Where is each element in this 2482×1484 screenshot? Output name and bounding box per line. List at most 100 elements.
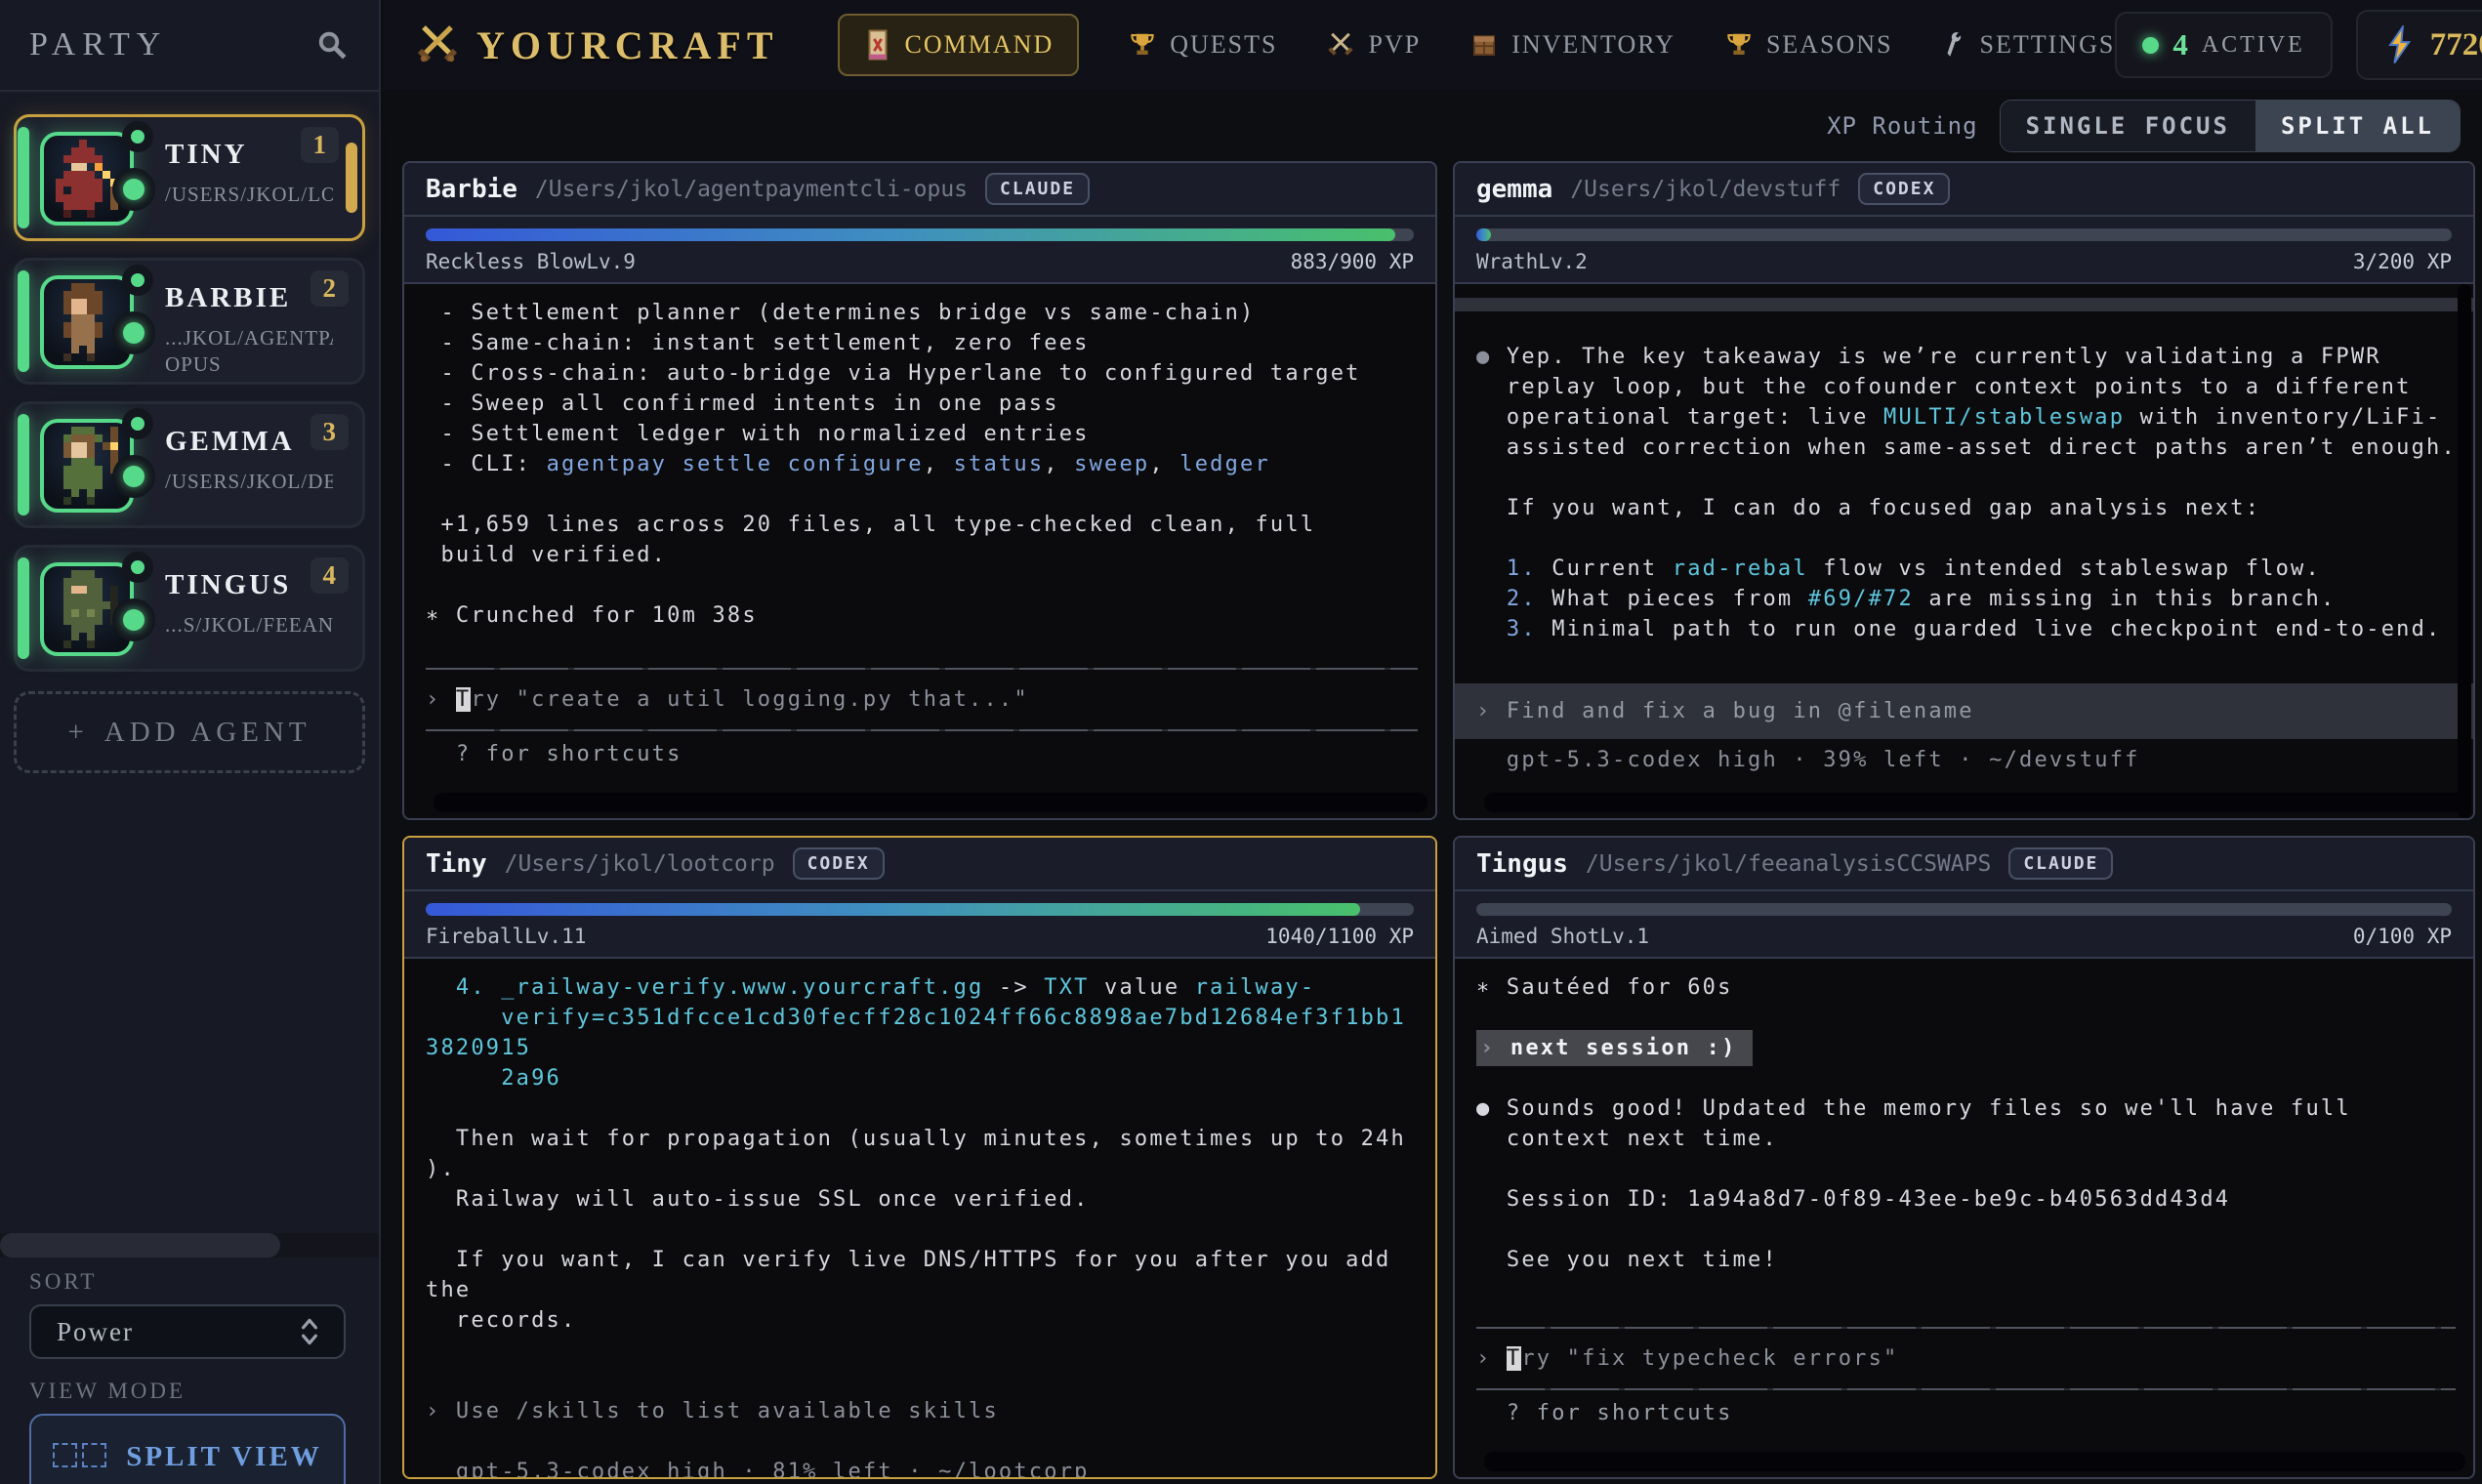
split-all-option[interactable]: SPLIT ALL [2255,101,2460,151]
shortcuts-hint: ? for shortcuts [1476,1390,2473,1444]
engine-badge: CLAUDE [985,173,1090,205]
status-dot-large [112,311,155,354]
active-count-badge: 4 ACTIVE [2115,12,2332,78]
tab-pvp[interactable]: PVP [1326,30,1421,60]
skill-level-label: FireballLv.11 [426,925,586,948]
agent-card-barbie[interactable]: BARBIE ...JKOL/AGENTPAYME OPUS 2 [14,258,365,385]
single-focus-option[interactable]: SINGLE FOCUS [2001,101,2255,151]
panel-agent-name: Tiny [426,849,487,879]
status-dot-large [112,168,155,211]
model-status-line: gpt-5.3-codex high · 39% left · ~/devstu… [1476,739,2473,785]
terminal-body[interactable]: - Settlement planner (determines bridge … [404,284,1435,818]
agent-card-list: TINY /USERS/JKOL/LOOTC 1 BARBIE ...JKOL/… [14,114,365,672]
status-dot-large [112,455,155,498]
tab-label: SEASONS [1766,30,1893,60]
chevron-up-down-icon [297,1315,322,1348]
tab-label: INVENTORY [1511,30,1675,60]
prompt-input[interactable]: › Try "fix typecheck errors" [1476,1329,2473,1388]
terminal-output: 4. _railway-verify.www.yourcraft.gg -> T… [426,972,1435,1477]
terminal-panel-gemma[interactable]: gemma /Users/jkol/devstuff CODEX WrathLv… [1453,161,2475,820]
power-value: 7720 [2430,27,2482,63]
shortcuts-hint: ? for shortcuts [426,731,1435,785]
sort-select-value: Power [57,1317,134,1347]
agent-name: GEMMA [165,426,295,458]
agent-name: TINGUS [165,569,291,601]
trophy-icon [1724,30,1754,60]
agent-name: BARBIE [165,282,291,314]
horizontal-scrollbar[interactable] [1484,1452,2465,1471]
search-icon[interactable] [314,27,350,62]
split-view-button[interactable]: SPLIT VIEW [29,1414,346,1484]
xp-value-label: 1040/1100 XP [1265,925,1414,948]
engine-badge: CODEX [1858,173,1950,205]
status-dot-small [122,552,153,583]
xp-section: FireballLv.11 1040/1100 XP [404,891,1435,959]
topbar-status-badges: 4 ACTIVE 7720 POWER [2115,10,2482,80]
agent-card-tiny[interactable]: TINY /USERS/JKOL/LOOTC 1 [14,114,365,241]
xp-bar [1476,903,2452,916]
tab-seasons[interactable]: SEASONS [1724,30,1893,60]
selected-accent-bar [346,143,357,213]
active-accent-bar [18,127,29,228]
terminal-output: - Settlement planner (determines bridge … [426,298,1435,631]
horizontal-scrollbar[interactable] [1484,793,2465,812]
xp-routing-toggle: SINGLE FOCUS SPLIT ALL [2000,100,2461,152]
panel-agent-path: /Users/jkol/devstuff [1570,177,1841,202]
prompt-hint-band[interactable]: › Find and fix a bug in @filename [1476,683,2473,739]
status-dot-small [122,121,153,152]
crossed-swords-icon [1326,30,1355,60]
top-nav-bar: YOURCRAFT COMMAND QUESTS PVP INVENTORY S… [383,0,2482,90]
skill-level-label: WrathLv.2 [1476,250,1588,273]
plus-icon: + [67,717,88,749]
vertical-scrollbar[interactable] [2458,284,2471,818]
slot-number-badge: 2 [310,270,350,307]
terminal-panel-tingus[interactable]: Tingus /Users/jkol/feeanalysisCCSWAPS CL… [1453,836,2475,1479]
tab-quests[interactable]: QUESTS [1128,30,1277,60]
status-dot-small [122,265,153,296]
terminal-body[interactable]: 4. _railway-verify.www.yourcraft.gg -> T… [404,959,1435,1477]
panel-header: Tiny /Users/jkol/lootcorp CODEX [404,838,1435,891]
xp-bar-fill [1476,228,1491,241]
crate-icon [1469,30,1499,60]
sidebar-scrollbar-thumb[interactable] [0,1233,280,1257]
panel-header: Tingus /Users/jkol/feeanalysisCCSWAPS CL… [1455,838,2473,891]
panel-header: Barbie /Users/jkol/agentpaymentcli-opus … [404,163,1435,217]
tab-settings[interactable]: SETTINGS [1942,30,2116,60]
add-agent-button[interactable]: + ADD AGENT [14,691,365,773]
trophy-icon [1128,30,1157,60]
add-agent-label: ADD AGENT [104,717,311,749]
crossed-swords-icon [414,21,461,68]
horizontal-scrollbar[interactable] [434,793,1427,812]
green-status-dot [2142,37,2159,54]
tab-label: PVP [1368,30,1421,60]
xp-section: Aimed ShotLv.1 0/100 XP [1455,891,2473,959]
terminal-body[interactable]: ∗ Sautéed for 60s › next session :) ● So… [1455,959,2473,1477]
agent-card-gemma[interactable]: GEMMA /USERS/JKOL/DEVSTU 3 [14,401,365,528]
agent-name: TINY [165,139,248,171]
status-dot-large [112,598,155,641]
nav-tabs: COMMAND QUESTS PVP INVENTORY SEASONS SET… [838,14,2116,76]
terminal-panel-tiny[interactable]: Tiny /Users/jkol/lootcorp CODEX Fireball… [402,836,1437,1479]
prompt-input[interactable]: › Try "create a util logging.py that..." [426,670,1435,729]
panel-agent-path: /Users/jkol/agentpaymentcli-opus [535,177,968,202]
panel-agent-path: /Users/jkol/feeanalysisCCSWAPS [1586,851,1991,877]
party-sidebar: PARTY TINY /USERS/JKOL/LOOTC 1 BARBIE [0,0,381,1484]
tab-command[interactable]: COMMAND [838,14,1080,76]
app-title: YOURCRAFT [476,22,779,68]
agent-path: ...JKOL/AGENTPAYME OPUS [165,325,333,378]
terminal-panel-barbie[interactable]: Barbie /Users/jkol/agentpaymentcli-opus … [402,161,1437,820]
party-header: PARTY [0,0,379,92]
agent-card-tingus[interactable]: TINGUS ...S/JKOL/FEEANALYSI 4 [14,545,365,672]
app-logo: YOURCRAFT [414,21,779,68]
sort-select[interactable]: Power [29,1304,346,1359]
split-view-label: SPLIT VIEW [126,1441,322,1473]
xp-section: WrathLv.2 3/200 XP [1455,217,2473,284]
terminal-input-area: › Try "create a util logging.py that..."… [426,668,1435,818]
xp-value-label: 0/100 XP [2353,925,2452,948]
agent-path: /USERS/JKOL/DEVSTU [165,469,333,495]
sidebar-scrollbar[interactable] [0,1233,379,1257]
xp-routing-label: XP Routing [1827,112,1978,140]
active-accent-bar [18,414,29,515]
terminal-body[interactable]: ● Yep. The key takeaway is we’re current… [1455,284,2473,818]
tab-inventory[interactable]: INVENTORY [1469,30,1675,60]
